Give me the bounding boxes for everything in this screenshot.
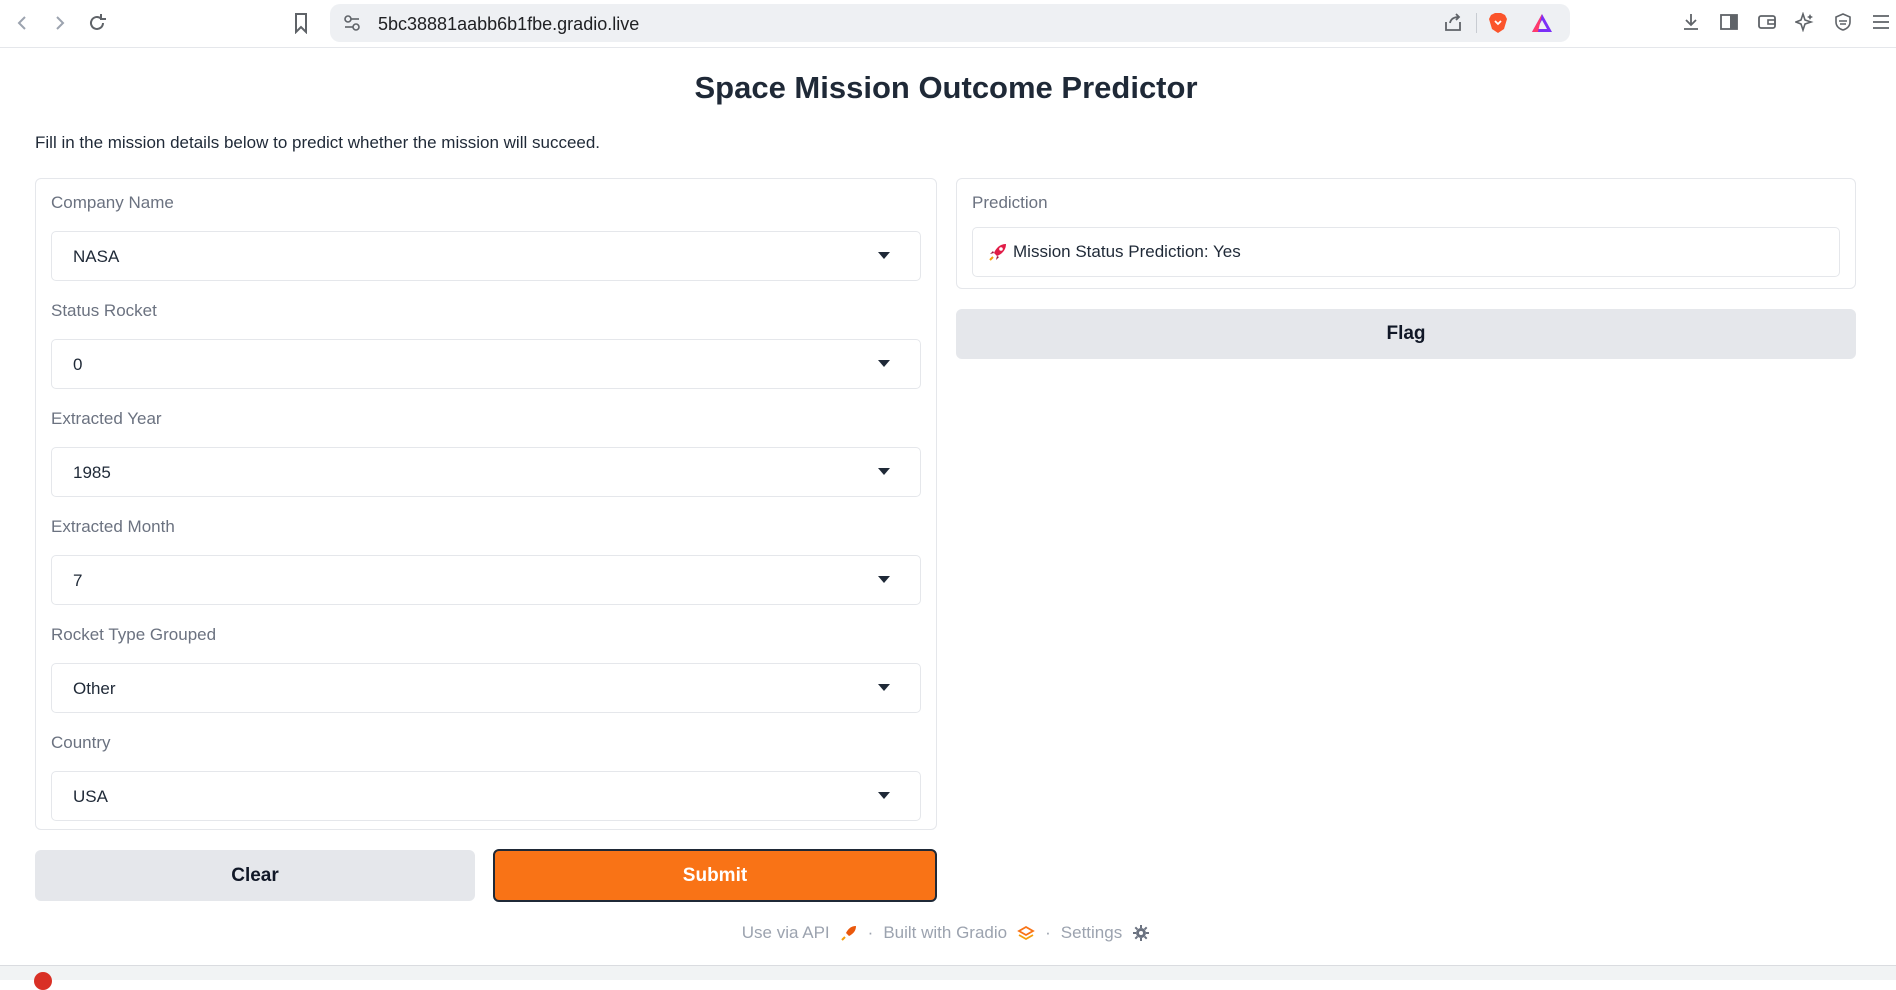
separator: · [867, 923, 874, 942]
country-field: Country USA [51, 733, 921, 821]
extracted-month-field: Extracted Month 7 [51, 517, 921, 605]
dropdown-value: USA [73, 787, 108, 806]
chevron-down-icon [878, 468, 890, 475]
prediction-output: Mission Status Prediction: Yes [972, 227, 1840, 277]
dropdown-value: NASA [73, 247, 120, 266]
field-label: Status Rocket [51, 301, 157, 320]
extracted-year-dropdown[interactable]: 1985 [51, 447, 921, 497]
field-label: Rocket Type Grouped [51, 625, 217, 644]
input-form-panel: Company Name NASA Status Rocket 0 Extrac… [35, 178, 937, 830]
company-name-field: Company Name NASA [51, 193, 921, 281]
dropdown-value: Other [73, 679, 116, 698]
field-label: Extracted Year [51, 409, 162, 428]
rocket-type-dropdown[interactable]: Other [51, 663, 921, 713]
use-via-api-link[interactable]: Use via API [742, 923, 830, 943]
rocket-type-field: Rocket Type Grouped Other [51, 625, 921, 713]
clear-button[interactable]: Clear [35, 850, 475, 901]
vpn-icon[interactable] [1828, 8, 1858, 36]
bookmark-icon[interactable] [288, 10, 314, 36]
dropdown-value: 7 [73, 571, 83, 590]
rocket-icon [840, 924, 858, 942]
chevron-down-icon [878, 792, 890, 799]
field-label: Country [51, 733, 111, 752]
page-description: Fill in the mission details below to pre… [35, 133, 601, 152]
separator: · [1045, 923, 1051, 942]
brave-rewards-icon[interactable] [1530, 12, 1554, 34]
page-title: Space Mission Outcome Predictor [694, 70, 1198, 105]
leo-ai-icon[interactable] [1790, 8, 1820, 36]
country-dropdown[interactable]: USA [51, 771, 921, 821]
browser-toolbar: 5bc38881aabb6b1fbe.gradio.live [0, 0, 1896, 48]
gear-icon[interactable] [1132, 924, 1150, 942]
url-text: 5bc38881aabb6b1fbe.gradio.live [378, 14, 640, 34]
submit-button[interactable]: Submit [493, 849, 937, 902]
flag-button[interactable]: Flag [956, 309, 1856, 359]
prediction-label: Prediction [972, 193, 1048, 212]
site-info-icon[interactable] [342, 13, 362, 33]
built-with-gradio-link[interactable]: Built with Gradio [883, 923, 1007, 943]
sidebar-icon[interactable] [1714, 8, 1744, 36]
field-label: Extracted Month [51, 517, 175, 536]
extracted-year-field: Extracted Year 1985 [51, 409, 921, 497]
reload-icon[interactable] [84, 10, 110, 36]
chevron-down-icon [878, 252, 890, 259]
footer: Use via API · Built with Gradio · Settin… [0, 923, 1892, 943]
share-icon[interactable] [1442, 12, 1464, 34]
chevron-down-icon [878, 684, 890, 691]
download-icon[interactable] [1676, 8, 1706, 36]
menu-icon[interactable] [1866, 8, 1896, 36]
dropdown-value: 1985 [73, 463, 111, 482]
extracted-month-dropdown[interactable]: 7 [51, 555, 921, 605]
wallet-icon[interactable] [1752, 8, 1782, 36]
prediction-panel: Prediction Mission Status Prediction: Ye… [956, 178, 1856, 289]
back-icon[interactable] [10, 10, 36, 36]
status-rocket-dropdown[interactable]: 0 [51, 339, 921, 389]
dropdown-value: 0 [73, 355, 83, 374]
settings-link[interactable]: Settings [1061, 923, 1122, 943]
address-bar[interactable]: 5bc38881aabb6b1fbe.gradio.live [330, 4, 1570, 42]
forward-icon[interactable] [46, 10, 72, 36]
rocket-icon [987, 241, 1009, 263]
notification-dot [34, 972, 52, 990]
company-name-dropdown[interactable]: NASA [51, 231, 921, 281]
brave-shield-icon[interactable] [1486, 11, 1510, 35]
chevron-down-icon [878, 360, 890, 367]
status-rocket-field: Status Rocket 0 [51, 301, 921, 389]
taskbar-strip [0, 965, 1896, 990]
prediction-text: Mission Status Prediction: Yes [1013, 242, 1241, 261]
gradio-logo-icon [1017, 924, 1035, 942]
divider [1476, 13, 1477, 33]
chevron-down-icon [878, 576, 890, 583]
field-label: Company Name [51, 193, 174, 212]
